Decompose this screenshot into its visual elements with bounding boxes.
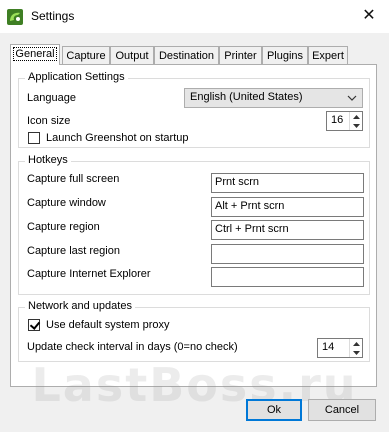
hotkey-field-region[interactable]: Ctrl + Prnt scrn [211, 220, 364, 240]
hotkey-label-region: Capture region [27, 221, 100, 233]
icon-size-stepper[interactable]: 16 [326, 111, 363, 131]
tab-plugins[interactable]: Plugins [262, 46, 308, 64]
window-title: Settings [31, 9, 75, 23]
launch-on-startup-checkbox[interactable] [28, 132, 40, 144]
stepper-buttons [349, 112, 362, 130]
tab-expert[interactable]: Expert [308, 46, 348, 64]
spin-down-icon[interactable] [350, 348, 362, 357]
language-label: Language [27, 92, 76, 104]
update-interval-value: 14 [322, 341, 335, 353]
hotkeys-group: Hotkeys Capture full screen Prnt scrn Ca… [18, 154, 370, 295]
icon-size-label: Icon size [27, 115, 71, 127]
tab-general[interactable]: General [10, 44, 60, 65]
hotkey-label-window: Capture window [27, 197, 106, 209]
hotkeys-legend: Hotkeys [25, 154, 71, 166]
title-bar[interactable]: Settings ✕ [0, 0, 389, 33]
hotkey-field-internet-explorer[interactable] [211, 267, 364, 287]
tab-destination[interactable]: Destination [154, 46, 219, 64]
general-tab-panel: Application Settings Language English (U… [10, 64, 377, 387]
greenshot-icon [7, 9, 23, 25]
launch-on-startup-label: Launch Greenshot on startup [46, 132, 189, 144]
settings-window: Settings ✕ General Capture Output Destin… [0, 0, 389, 432]
close-icon[interactable]: ✕ [357, 5, 381, 27]
spin-down-icon[interactable] [350, 121, 362, 130]
spin-up-icon[interactable] [350, 339, 362, 348]
hotkey-label-full-screen: Capture full screen [27, 173, 120, 185]
stepper-buttons [349, 339, 362, 357]
hotkey-field-full-screen[interactable]: Prnt scrn [211, 173, 364, 193]
language-dropdown[interactable]: English (United States) [184, 88, 363, 108]
tab-output[interactable]: Output [110, 46, 154, 64]
icon-size-value: 16 [331, 114, 344, 126]
default-proxy-checkbox[interactable] [28, 319, 40, 331]
hotkey-label-last-region: Capture last region [27, 245, 120, 257]
ok-button[interactable]: Ok [246, 399, 302, 421]
application-settings-legend: Application Settings [25, 71, 128, 83]
tab-capture[interactable]: Capture [62, 46, 110, 64]
spin-up-icon[interactable] [350, 112, 362, 121]
network-updates-group: Network and updates Use default system p… [18, 300, 370, 362]
language-value: English (United States) [190, 91, 303, 103]
chevron-down-icon [347, 95, 357, 101]
update-interval-label: Update check interval in days (0=no chec… [27, 341, 238, 353]
hotkey-field-last-region[interactable] [211, 244, 364, 264]
default-proxy-label: Use default system proxy [46, 319, 170, 331]
cancel-button[interactable]: Cancel [308, 399, 376, 421]
application-settings-group: Application Settings Language English (U… [18, 71, 370, 148]
hotkey-field-window[interactable]: Alt + Prnt scrn [211, 197, 364, 217]
update-interval-stepper[interactable]: 14 [317, 338, 363, 358]
hotkey-label-internet-explorer: Capture Internet Explorer [27, 268, 151, 280]
tab-printer[interactable]: Printer [219, 46, 262, 64]
network-updates-legend: Network and updates [25, 300, 135, 312]
